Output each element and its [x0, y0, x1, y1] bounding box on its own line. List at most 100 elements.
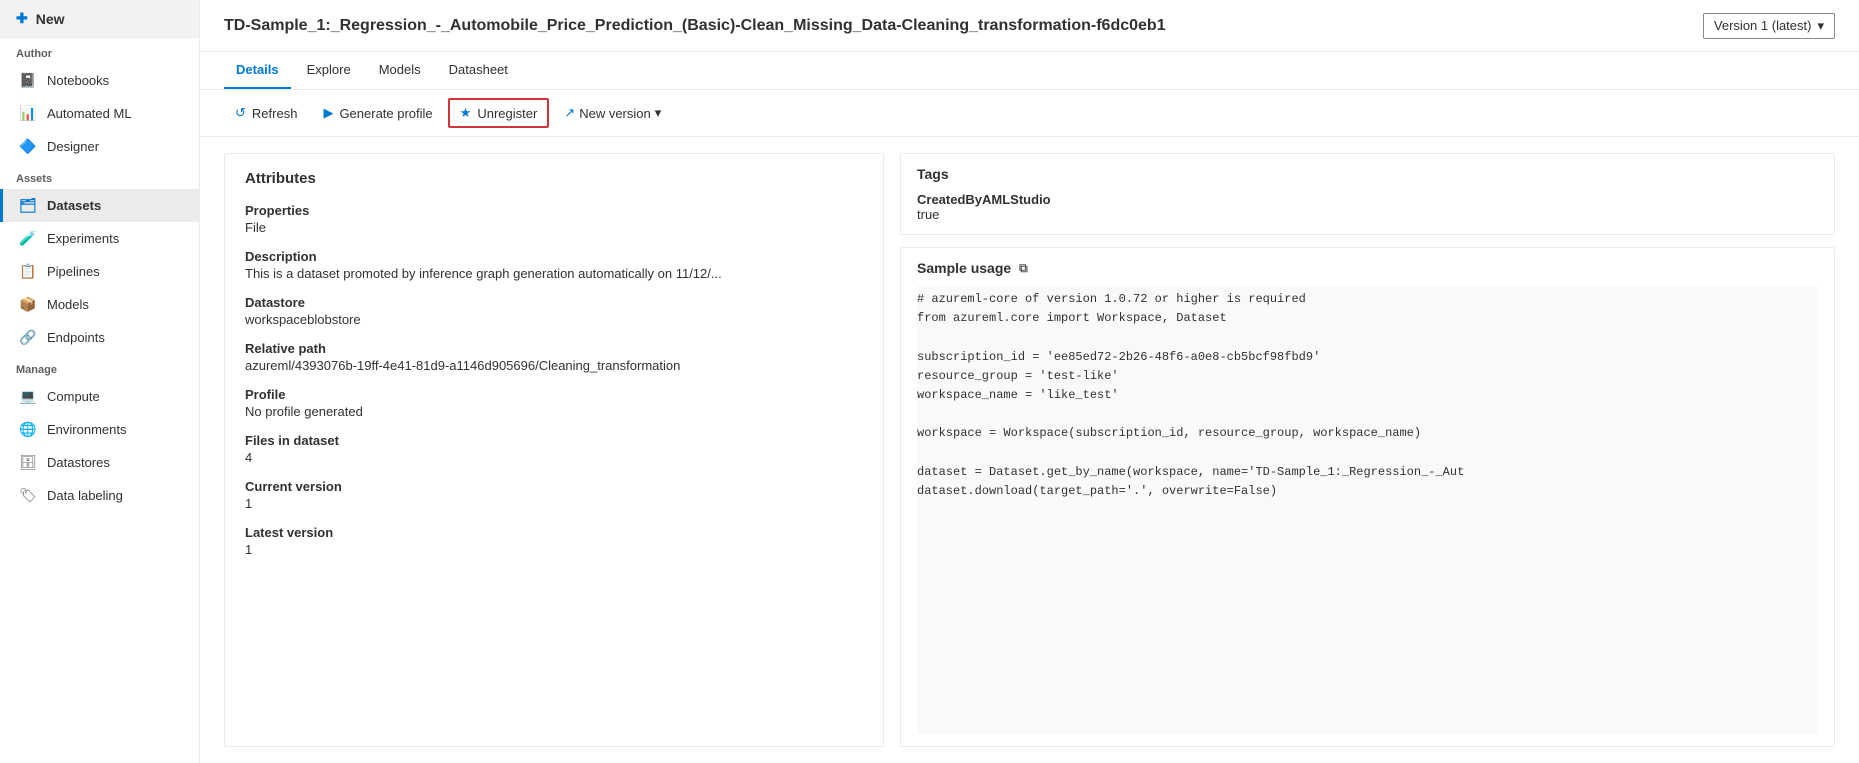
tab-explore[interactable]: Explore: [295, 52, 363, 89]
datastores-icon: 🗄: [19, 454, 37, 471]
attribute-row: Latest version1: [245, 525, 863, 557]
sidebar-item-data-labeling[interactable]: 🏷 Data labeling: [0, 479, 199, 512]
tags-panel: Tags CreatedByAMLStudiotrue: [900, 153, 1835, 235]
generate-profile-label: Generate profile: [339, 106, 432, 121]
sidebar-item-label-datasets: Datasets: [47, 198, 101, 213]
generate-profile-button[interactable]: ▶ Generate profile: [312, 99, 443, 127]
attributes-panel: Attributes Properties File Description This…: [224, 153, 884, 747]
attribute-row: Datastore workspaceblobstore: [245, 295, 863, 327]
copy-icon[interactable]: ⧉: [1019, 261, 1028, 276]
sidebar-item-experiments[interactable]: 🧪Experiments: [0, 222, 199, 255]
new-label: New: [36, 11, 65, 27]
sidebar-item-label-data-labeling: Data labeling: [47, 488, 123, 503]
sidebar-item-models[interactable]: 📦Models: [0, 288, 199, 321]
attribute-row: Relative path azureml/4393076b-19ff-4e41-…: [245, 341, 863, 373]
new-version-button[interactable]: ↗ New version ▾: [553, 99, 672, 127]
attribute-value: 4: [245, 450, 825, 465]
sidebar-item-label-endpoints: Endpoints: [47, 330, 105, 345]
sidebar-item-endpoints[interactable]: 🔗 Endpoints: [0, 321, 199, 354]
attribute-label: Datastore: [245, 295, 863, 310]
attribute-value: File: [245, 220, 825, 235]
refresh-label: Refresh: [252, 106, 298, 121]
sidebar-item-pipelines[interactable]: 📋 Pipelines: [0, 255, 199, 288]
attribute-value: This is a dataset promoted by inference …: [245, 266, 825, 281]
attribute-label: Profile: [245, 387, 863, 402]
environments-icon: 🌐: [19, 421, 37, 438]
attribute-row: Files in dataset 4: [245, 433, 863, 465]
new-button[interactable]: ✚ New: [0, 0, 199, 38]
sample-usage-header: Sample usage ⧉: [917, 260, 1818, 276]
toolbar: ↺ Refresh ▶ Generate profile ★ Unregiste…: [200, 90, 1859, 137]
play-icon: ▶: [323, 105, 333, 121]
sidebar-item-datasets[interactable]: 🗂 Datasets: [0, 189, 199, 222]
data-labeling-icon: 🏷: [19, 487, 37, 504]
attribute-row: Description This is a dataset promoted by…: [245, 249, 863, 281]
tab-models[interactable]: Models: [367, 52, 433, 89]
attribute-label: Description: [245, 249, 863, 264]
sidebar-section-label: Author: [0, 38, 199, 64]
refresh-button[interactable]: ↺ Refresh: [224, 99, 308, 127]
star-icon: ★: [460, 105, 472, 121]
sidebar-section-label: Assets: [0, 163, 199, 189]
compute-icon: 💻: [19, 388, 37, 405]
sidebar-item-label-datastores: Datastores: [47, 455, 110, 470]
designer-icon: 🔷: [19, 138, 37, 155]
attribute-value: azureml/4393076b-19ff-4e41-81d9-a1146d90…: [245, 358, 825, 373]
chevron-down-icon: ▾: [655, 105, 662, 121]
tab-details[interactable]: Details: [224, 52, 291, 89]
attribute-value: No profile generated: [245, 404, 825, 419]
content-area: Attributes Properties File Description This…: [200, 137, 1859, 763]
sidebar-item-label-pipelines: Pipelines: [47, 264, 100, 279]
sample-usage-title: Sample usage: [917, 260, 1011, 276]
sidebar-item-label-environments: Environments: [47, 422, 126, 437]
chevron-down-icon: ▾: [1817, 18, 1824, 34]
automated-ml-icon: 📊: [19, 105, 37, 122]
page-header: TD-Sample_1:_Regression_-_Automobile_Pri…: [200, 0, 1859, 52]
version-label: Version 1 (latest): [1714, 18, 1812, 33]
sidebar: ✚ New Author 📓 Notebooks 📊 Automated ML 🔷 Desi…: [0, 0, 200, 763]
attribute-row: Properties File: [245, 203, 863, 235]
sample-usage-panel: Sample usage ⧉ # azureml-core of version…: [900, 247, 1835, 747]
main-content: TD-Sample_1:_Regression_-_Automobile_Pri…: [200, 0, 1859, 763]
sidebar-item-label-notebooks: Notebooks: [47, 73, 109, 88]
refresh-icon: ↺: [235, 105, 246, 121]
sidebar-item-automated-ml[interactable]: 📊 Automated ML: [0, 97, 199, 130]
experiments-icon: 🧪: [19, 230, 37, 247]
new-version-icon: ↗: [564, 105, 575, 121]
sample-code: # azureml-core of version 1.0.72 or high…: [917, 286, 1818, 734]
tab-datasheet[interactable]: Datasheet: [437, 52, 520, 89]
pipelines-icon: 📋: [19, 263, 37, 280]
attribute-label: Current version: [245, 479, 863, 494]
plus-icon: ✚: [16, 10, 28, 27]
attributes-title: Attributes: [245, 170, 863, 187]
version-selector[interactable]: Version 1 (latest) ▾: [1703, 13, 1835, 39]
unregister-button[interactable]: ★ Unregister: [448, 98, 550, 128]
sidebar-item-notebooks[interactable]: 📓 Notebooks: [0, 64, 199, 97]
notebooks-icon: 📓: [19, 72, 37, 89]
attribute-label: Properties: [245, 203, 863, 218]
models-icon: 📦: [19, 296, 37, 313]
sidebar-section-label: Manage: [0, 354, 199, 380]
datasets-icon: 🗂: [19, 197, 37, 214]
attribute-value: 1: [245, 496, 825, 511]
sidebar-item-compute[interactable]: 💻 Compute: [0, 380, 199, 413]
sidebar-item-environments[interactable]: 🌐 Environments: [0, 413, 199, 446]
attribute-label: Relative path: [245, 341, 863, 356]
page-title: TD-Sample_1:_Regression_-_Automobile_Pri…: [224, 17, 1687, 35]
endpoints-icon: 🔗: [19, 329, 37, 346]
attribute-row: Current version 1: [245, 479, 863, 511]
tag-key: CreatedByAMLStudio: [917, 192, 1818, 207]
tag-value: true: [917, 207, 1818, 222]
sidebar-item-datastores[interactable]: 🗄 Datastores: [0, 446, 199, 479]
sidebar-item-label-automated-ml: Automated ML: [47, 106, 132, 121]
new-version-label: New version: [579, 106, 651, 121]
attribute-label: Files in dataset: [245, 433, 863, 448]
tags-title: Tags: [917, 166, 1818, 182]
sidebar-item-label-compute: Compute: [47, 389, 100, 404]
attribute-value: workspaceblobstore: [245, 312, 825, 327]
sidebar-item-designer[interactable]: 🔷 Designer: [0, 130, 199, 163]
attribute-value: 1: [245, 542, 825, 557]
attribute-row: Profile No profile generated: [245, 387, 863, 419]
right-panel: Tags CreatedByAMLStudiotrue Sample usage…: [900, 153, 1835, 747]
sidebar-item-label-designer: Designer: [47, 139, 99, 154]
